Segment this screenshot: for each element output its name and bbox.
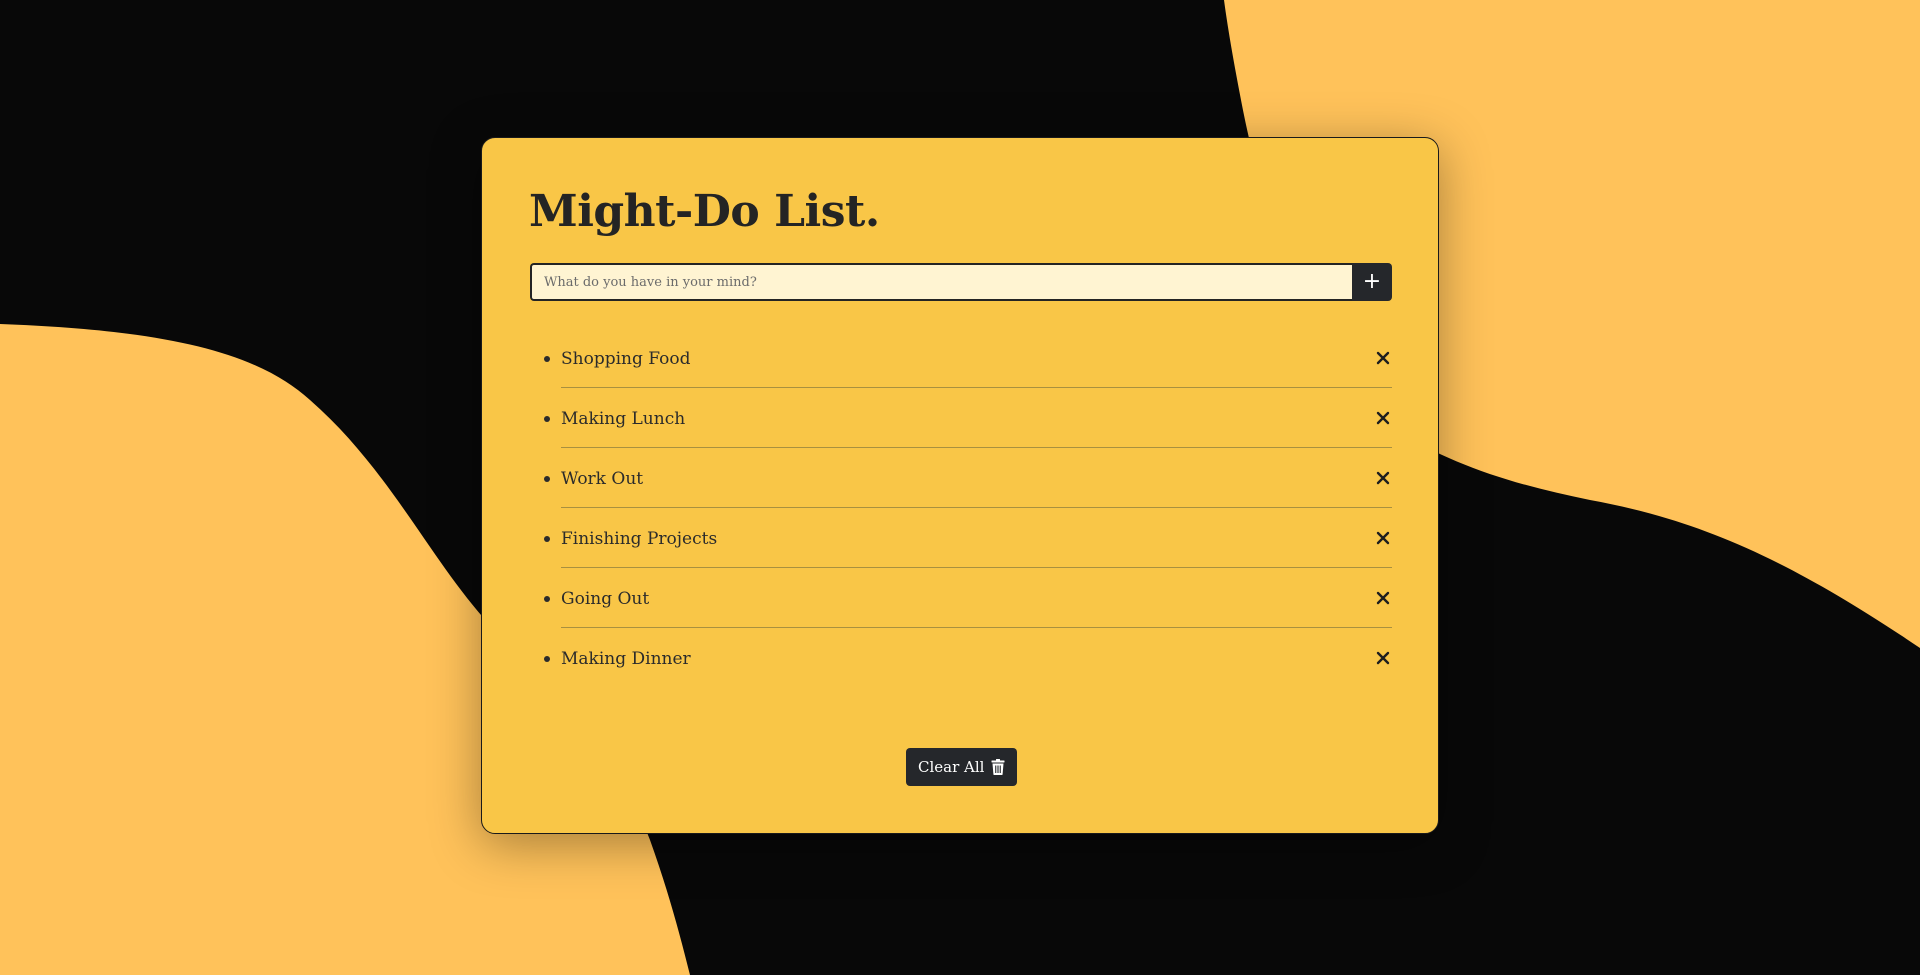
list-item: Going Out	[544, 568, 1392, 628]
list-item: Finishing Projects	[544, 508, 1392, 568]
close-icon[interactable]	[1374, 349, 1392, 367]
add-task-form: +	[530, 263, 1392, 301]
close-icon[interactable]	[1374, 409, 1392, 427]
list-item: Making Dinner	[544, 628, 1392, 687]
task-input[interactable]	[530, 263, 1352, 301]
task-label: Work Out	[561, 468, 644, 489]
task-label: Going Out	[561, 588, 650, 609]
clear-all-label: Clear All	[918, 758, 985, 776]
task-label: Making Dinner	[561, 648, 691, 669]
list-item: Shopping Food	[544, 328, 1392, 388]
clear-all-button[interactable]: Clear All	[906, 748, 1018, 786]
add-task-button[interactable]: +	[1352, 263, 1392, 301]
task-label: Making Lunch	[561, 408, 686, 429]
list-item: Making Lunch	[544, 388, 1392, 448]
todo-card: Might-Do List. + Shopping Food Making Lu…	[481, 137, 1439, 834]
list-item: Work Out	[544, 448, 1392, 508]
page-title: Might-Do List.	[529, 186, 880, 237]
close-icon[interactable]	[1374, 469, 1392, 487]
plus-icon: +	[1362, 269, 1382, 294]
trash-icon	[991, 759, 1005, 775]
task-list: Shopping Food Making Lunch Work Out Fini…	[544, 328, 1392, 687]
close-icon[interactable]	[1374, 649, 1392, 667]
task-label: Shopping Food	[561, 348, 691, 369]
task-label: Finishing Projects	[561, 528, 718, 549]
close-icon[interactable]	[1374, 529, 1392, 547]
close-icon[interactable]	[1374, 589, 1392, 607]
